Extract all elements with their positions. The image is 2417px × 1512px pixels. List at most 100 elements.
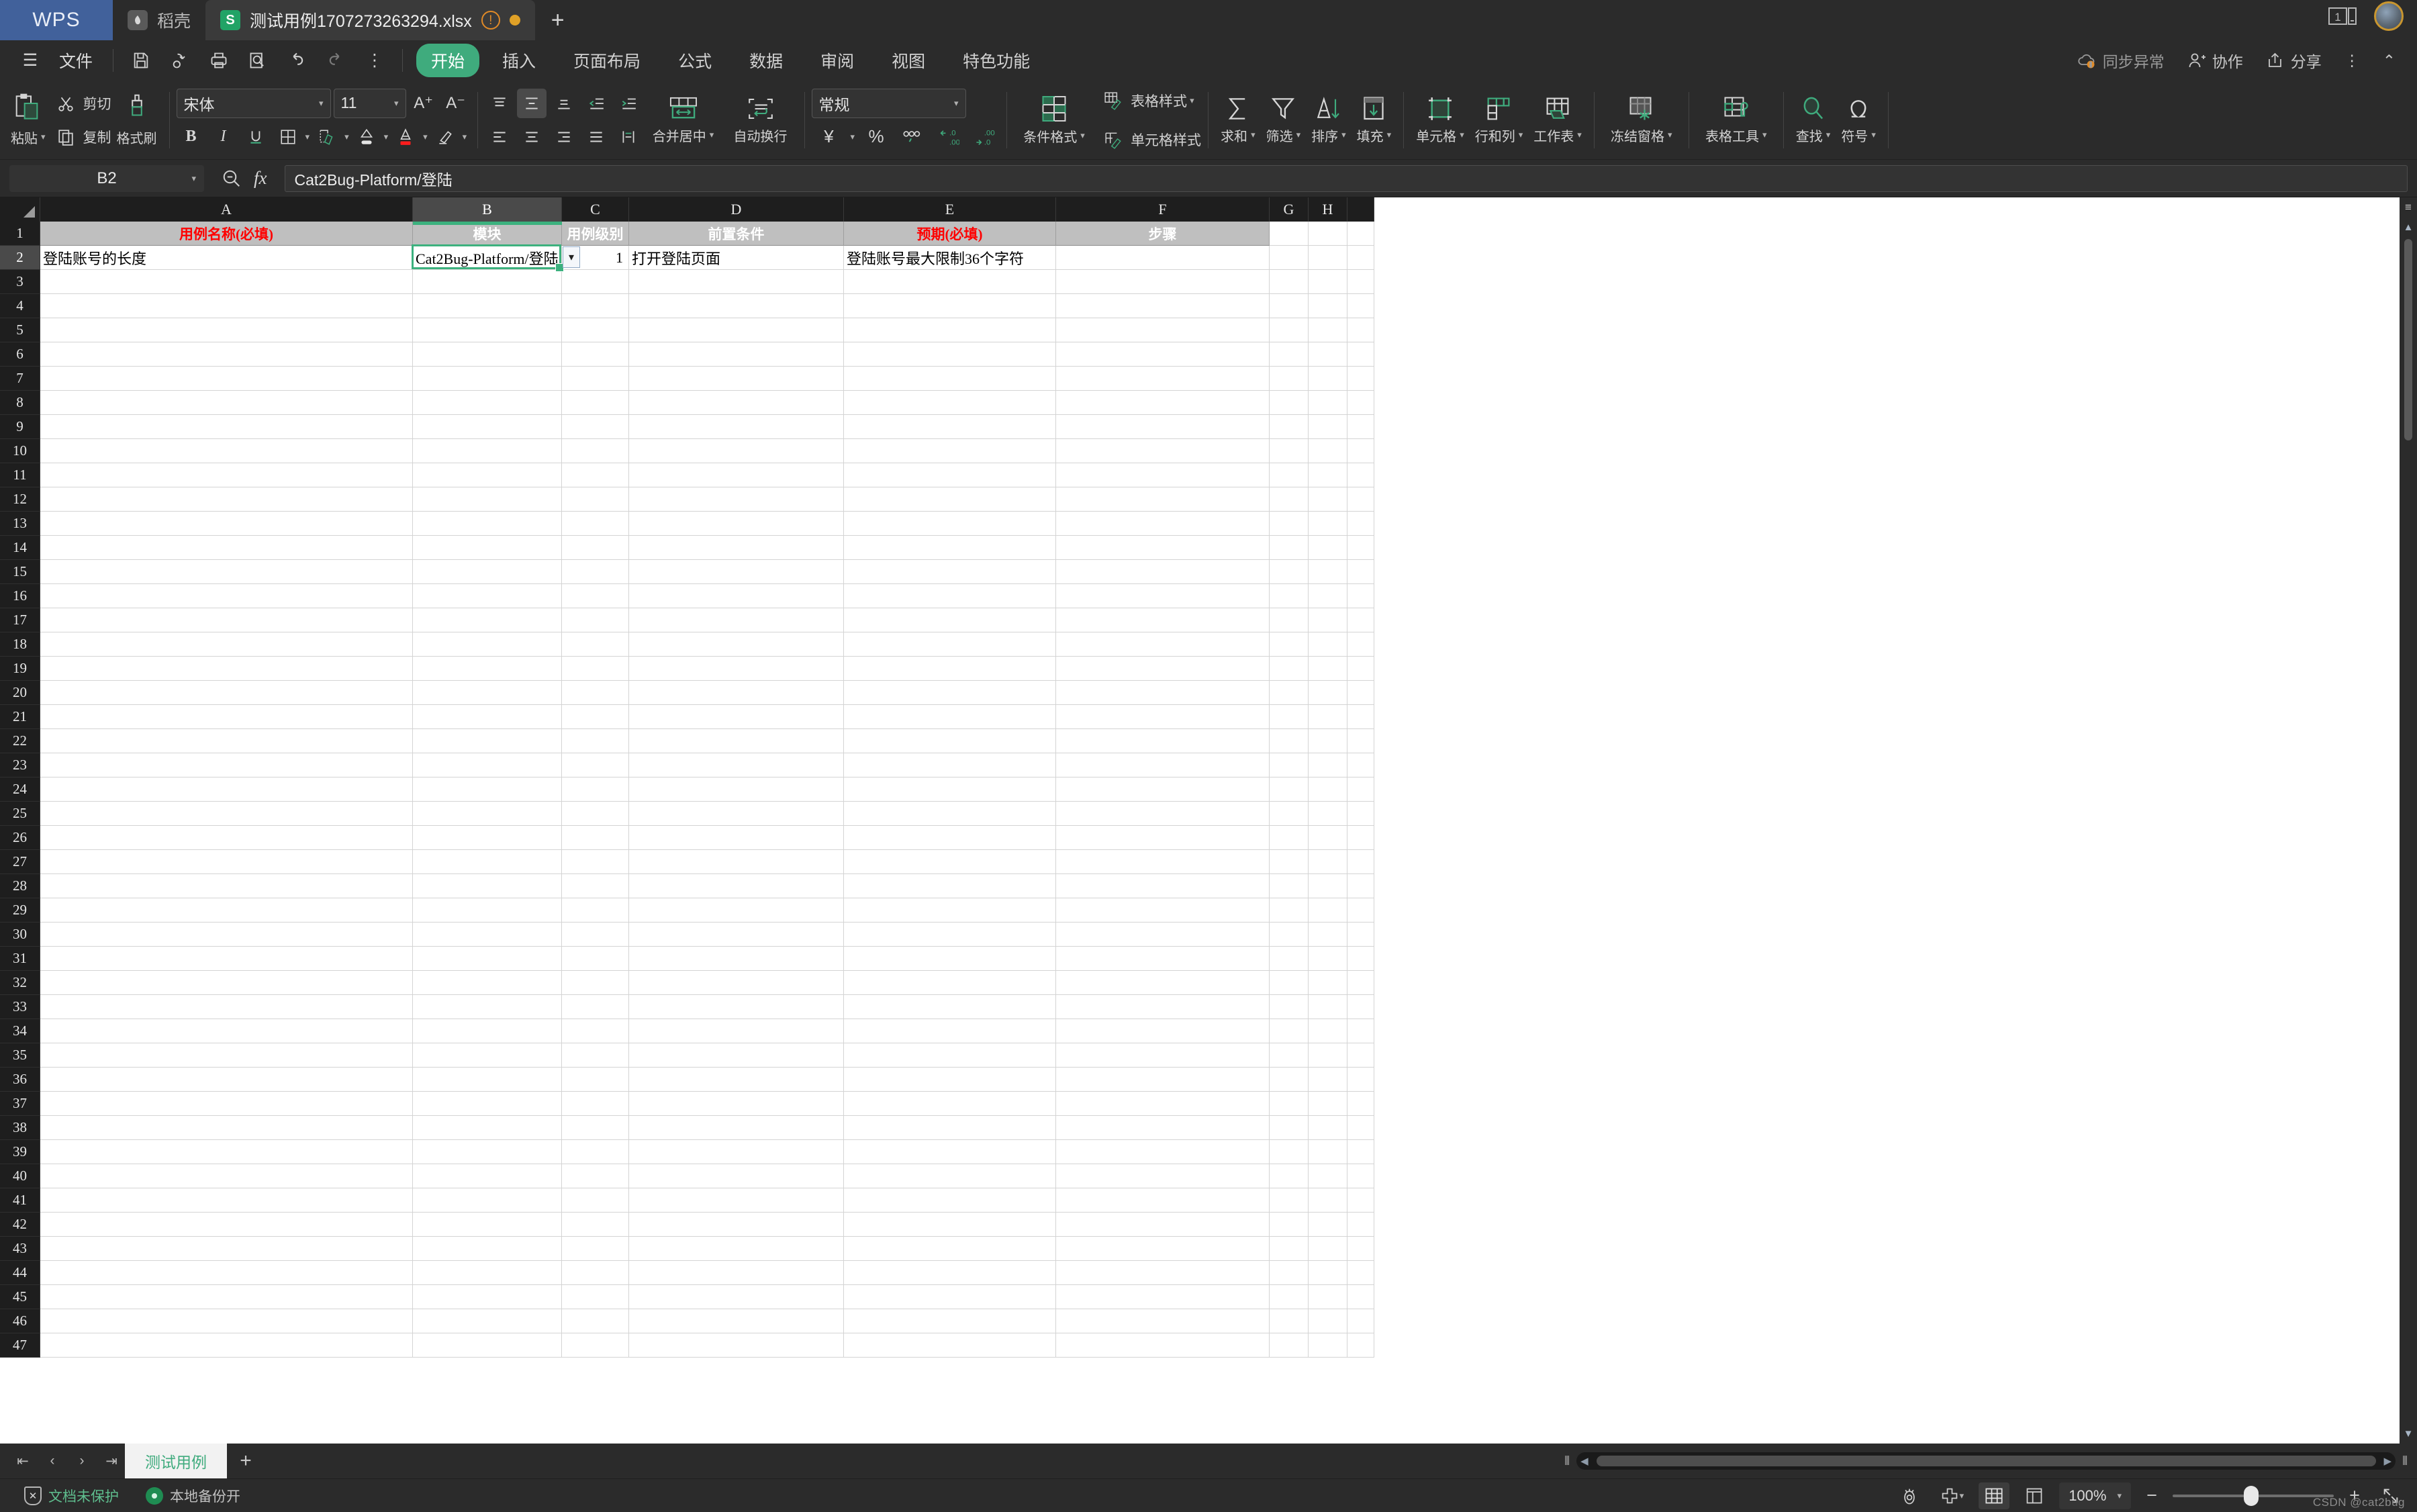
cell-A5[interactable]: [40, 318, 413, 342]
column-header-E[interactable]: E: [844, 197, 1056, 222]
cell-H23[interactable]: [1309, 753, 1347, 777]
cell-B46[interactable]: [413, 1309, 562, 1333]
cell-B45[interactable]: [413, 1285, 562, 1309]
row-header-46[interactable]: 46: [0, 1309, 40, 1333]
cell-x20[interactable]: [1347, 681, 1374, 705]
cell-E43[interactable]: [844, 1237, 1056, 1261]
row-header-38[interactable]: 38: [0, 1116, 40, 1140]
scroll-down-icon[interactable]: ▼: [2404, 1424, 2414, 1444]
draw-border-button[interactable]: [312, 122, 342, 152]
window-layout-icon[interactable]: 1: [2328, 7, 2357, 26]
cell-B20[interactable]: [413, 681, 562, 705]
cell-F26[interactable]: [1056, 826, 1270, 850]
cell-C23[interactable]: [562, 753, 629, 777]
cell-H46[interactable]: [1309, 1309, 1347, 1333]
row-header-29[interactable]: 29: [0, 898, 40, 923]
cell-F21[interactable]: [1056, 705, 1270, 729]
format-painter-button[interactable]: 格式刷: [111, 85, 162, 155]
cell-F44[interactable]: [1056, 1261, 1270, 1285]
cell-F43[interactable]: [1056, 1237, 1270, 1261]
chevron-down-icon[interactable]: ▾: [1296, 130, 1301, 140]
column-header-D[interactable]: D: [629, 197, 844, 222]
cell-G13[interactable]: [1270, 512, 1309, 536]
chevron-down-icon[interactable]: ▾: [1190, 95, 1194, 106]
cell-E35[interactable]: [844, 1043, 1056, 1068]
cell-x30[interactable]: [1347, 923, 1374, 947]
cell-F5[interactable]: [1056, 318, 1270, 342]
formula-input[interactable]: Cat2Bug-Platform/登陆: [284, 164, 2408, 192]
cell-x44[interactable]: [1347, 1261, 1374, 1285]
hsplit-grip-right-icon[interactable]: ⦀: [2402, 1454, 2408, 1468]
cell-F8[interactable]: [1056, 391, 1270, 415]
cell-C6[interactable]: [562, 342, 629, 367]
cell-x13[interactable]: [1347, 512, 1374, 536]
cell-G33[interactable]: [1270, 995, 1309, 1019]
cell-D32[interactable]: [629, 971, 844, 995]
cell-H43[interactable]: [1309, 1237, 1347, 1261]
cell-E44[interactable]: [844, 1261, 1056, 1285]
cell-D36[interactable]: [629, 1068, 844, 1092]
chevron-down-icon[interactable]: ▾: [1577, 130, 1582, 140]
cell-A40[interactable]: [40, 1164, 413, 1188]
tab-document[interactable]: S 测试用例1707273263294.xlsx !: [205, 0, 535, 40]
cell-C26[interactable]: [562, 826, 629, 850]
cell-F28[interactable]: [1056, 874, 1270, 898]
cell-A6[interactable]: [40, 342, 413, 367]
cell-G21[interactable]: [1270, 705, 1309, 729]
cell-B12[interactable]: [413, 487, 562, 512]
cell-D5[interactable]: [629, 318, 844, 342]
sync-status-button[interactable]: 同步异常: [2069, 49, 2173, 72]
cell-C35[interactable]: [562, 1043, 629, 1068]
cell-H14[interactable]: [1309, 536, 1347, 560]
currency-format-button[interactable]: ¥: [814, 122, 844, 152]
last-sheet-button[interactable]: ⇥: [98, 1448, 125, 1474]
cell-E5[interactable]: [844, 318, 1056, 342]
cell-E14[interactable]: [844, 536, 1056, 560]
cell-x6[interactable]: [1347, 342, 1374, 367]
cell-H33[interactable]: [1309, 995, 1347, 1019]
row-header-45[interactable]: 45: [0, 1285, 40, 1309]
cell-H41[interactable]: [1309, 1188, 1347, 1213]
sheet-tools-button[interactable]: 表格工具 ▾: [1696, 85, 1776, 155]
cell-B33[interactable]: [413, 995, 562, 1019]
cell-A8[interactable]: [40, 391, 413, 415]
borders-button[interactable]: [273, 122, 303, 152]
collapse-ribbon-button[interactable]: ⌃: [2375, 52, 2404, 70]
row-header-11[interactable]: 11: [0, 463, 40, 487]
cell-D11[interactable]: [629, 463, 844, 487]
cell-G39[interactable]: [1270, 1140, 1309, 1164]
cell-D28[interactable]: [629, 874, 844, 898]
name-box[interactable]: B2 ▾: [9, 164, 204, 192]
cell-B4[interactable]: [413, 294, 562, 318]
cell-x1[interactable]: [1347, 222, 1374, 246]
cell-E27[interactable]: [844, 850, 1056, 874]
split-grip-icon[interactable]: ≡: [2405, 197, 2412, 218]
cell-D34[interactable]: [629, 1019, 844, 1043]
cell-H26[interactable]: [1309, 826, 1347, 850]
table-style-button[interactable]: 表格样式 ▾: [1098, 86, 1201, 115]
rows-cols-button[interactable]: 行和列 ▾: [1470, 85, 1529, 155]
row-header-23[interactable]: 23: [0, 753, 40, 777]
cell-E9[interactable]: [844, 415, 1056, 439]
cell-D14[interactable]: [629, 536, 844, 560]
cell-G25[interactable]: [1270, 802, 1309, 826]
cell-B32[interactable]: [413, 971, 562, 995]
cell-A39[interactable]: [40, 1140, 413, 1164]
cell-C4[interactable]: [562, 294, 629, 318]
scroll-up-icon[interactable]: ▲: [2404, 218, 2414, 237]
cut-button[interactable]: 剪切: [51, 89, 111, 118]
cell-E11[interactable]: [844, 463, 1056, 487]
cell-A35[interactable]: [40, 1043, 413, 1068]
cell-x22[interactable]: [1347, 729, 1374, 753]
cell-G31[interactable]: [1270, 947, 1309, 971]
cell-F9[interactable]: [1056, 415, 1270, 439]
cell-H25[interactable]: [1309, 802, 1347, 826]
cell-E29[interactable]: [844, 898, 1056, 923]
row-header-26[interactable]: 26: [0, 826, 40, 850]
chevron-down-icon[interactable]: ▾: [41, 132, 46, 142]
cell-E41[interactable]: [844, 1188, 1056, 1213]
cell-A33[interactable]: [40, 995, 413, 1019]
cell-C33[interactable]: [562, 995, 629, 1019]
row-header-7[interactable]: 7: [0, 367, 40, 391]
font-color-button[interactable]: [391, 122, 420, 152]
